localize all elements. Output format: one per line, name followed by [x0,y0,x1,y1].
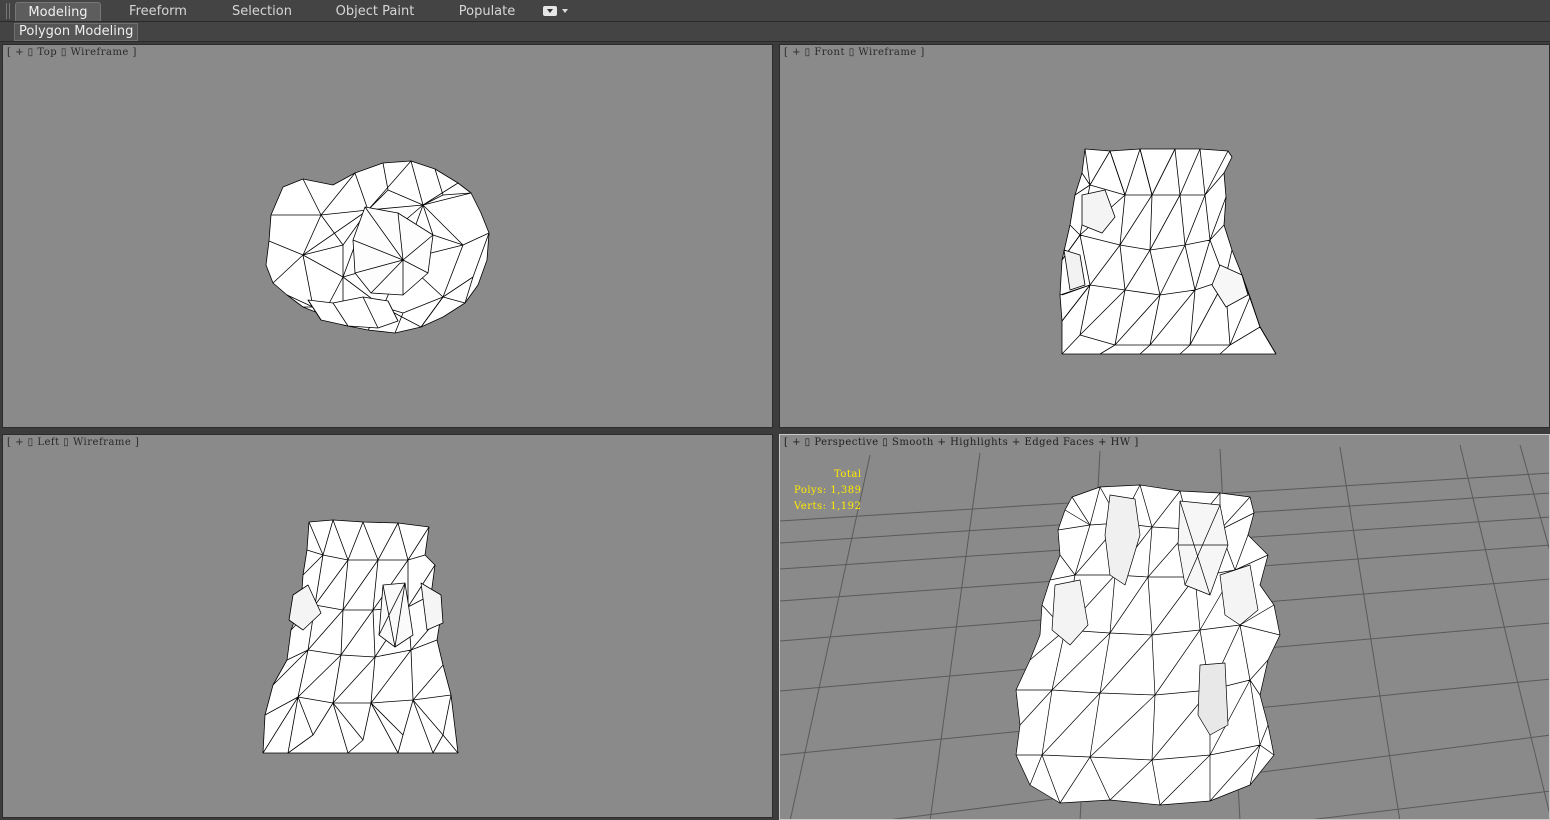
chevron-down-icon [562,9,568,13]
ribbon-options-dropdown[interactable] [543,5,569,19]
ribbon-options-icon [543,6,557,16]
viewport-top[interactable]: [ + ▯ Top ▯ Wireframe ] [2,44,773,428]
rock-mesh-left-view [262,519,459,754]
stats-polys: Polys: 1,389 [794,485,862,496]
tab-object-paint[interactable]: Object Paint [330,2,420,21]
ribbon-grip-handle[interactable] [6,3,10,19]
viewport-left[interactable]: [ + ▯ Left ▯ Wireframe ] [2,434,773,818]
tab-populate[interactable]: Populate [452,2,522,21]
scene-statistics-overlay: Total Polys: 1,389 Verts: 1,192 [794,467,862,515]
ribbon-tab-bar: Modeling Freeform Selection Object Paint… [0,0,1550,22]
tab-selection[interactable]: Selection [222,2,302,21]
tab-modeling[interactable]: Modeling [15,2,101,21]
rock-mesh-front-view [1059,148,1277,355]
ribbon-panel-bar: Polygon Modeling [0,22,1550,42]
rock-mesh-perspective-view [1015,484,1281,806]
rock-mesh-top-view [265,160,490,334]
viewport-front[interactable]: [ + ▯ Front ▯ Wireframe ] [779,44,1550,428]
viewport-perspective[interactable]: [ + ▯ Perspective ▯ Smooth + Highlights … [779,434,1550,820]
tab-freeform[interactable]: Freeform [118,2,198,21]
stats-verts: Verts: 1,192 [794,501,862,512]
viewport-perspective-label[interactable]: [ + ▯ Perspective ▯ Smooth + Highlights … [784,437,1139,448]
polygon-modeling-panel-button[interactable]: Polygon Modeling [14,23,139,41]
stats-title: Total [834,469,862,480]
